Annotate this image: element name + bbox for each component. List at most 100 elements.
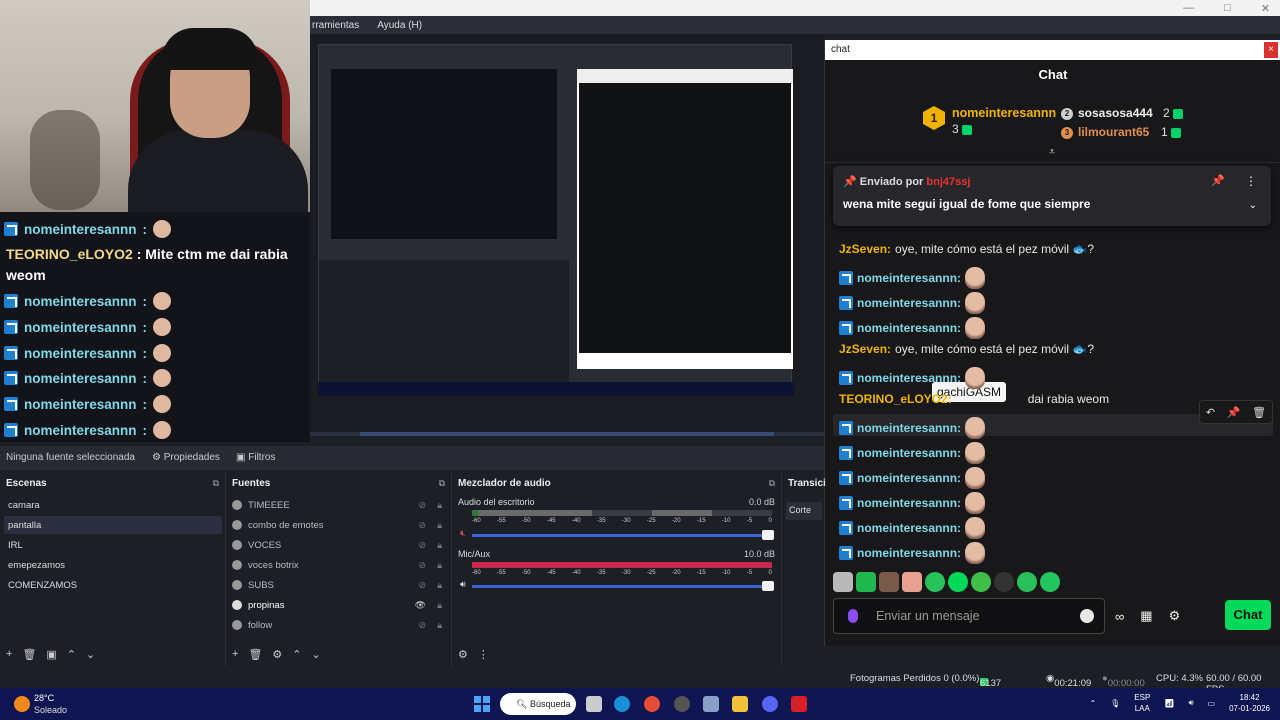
source-item[interactable]: voces botrix ⊘ 🔒︎ [228, 556, 448, 574]
edge-icon[interactable] [614, 696, 630, 712]
emote-icon[interactable] [925, 572, 945, 592]
source-item[interactable]: TIMEEEE ⊘ 🔒︎ [228, 496, 448, 514]
chat-message[interactable]: JzSeven: oye, mite cómo está el pez móvil… [839, 342, 1094, 356]
subscriber-badge-icon[interactable] [839, 446, 853, 460]
chat-message[interactable]: nomeinteresannn: [839, 317, 986, 339]
chat-message[interactable]: nomeinteresannn: [839, 367, 986, 389]
emote-icon[interactable] [965, 442, 986, 464]
hidden-eye-icon[interactable]: ⊘ [418, 540, 426, 551]
lock-icon[interactable]: 🔒︎ [437, 540, 442, 551]
chat-username[interactable]: nomeinteresannn: [857, 521, 961, 535]
chat-username[interactable]: nomeinteresannn: [857, 496, 961, 510]
properties-button[interactable]: ⚙ Propiedades [152, 452, 220, 463]
obs-preview[interactable] [310, 34, 824, 436]
move-up-icon[interactable]: ⌃ [292, 648, 301, 661]
subscriber-badge-icon[interactable] [839, 296, 853, 310]
emote-icon[interactable] [856, 572, 876, 592]
mixer-settings-icon[interactable]: ⚙ [458, 648, 468, 661]
emote-icon[interactable] [965, 317, 986, 339]
preview-scrollbar[interactable] [310, 432, 824, 436]
chat-username[interactable]: nomeinteresannn: [857, 371, 961, 385]
source-item[interactable]: SUBS ⊘ 🔒︎ [228, 576, 448, 594]
settings-icon[interactable] [703, 696, 719, 712]
chat-username[interactable]: JzSeven: [839, 342, 891, 356]
source-item[interactable]: combo de emotes ⊘ 🔒︎ [228, 516, 448, 534]
chat-message[interactable]: TEORINO_eLOYO2: dai rabia weom [839, 392, 1109, 406]
emote-icon[interactable] [948, 572, 968, 592]
obs-icon[interactable] [674, 696, 690, 712]
chat-message[interactable]: nomeinteresannn: [839, 267, 986, 289]
chat-message[interactable]: nomeinteresannn: [839, 442, 986, 464]
chat-username[interactable]: nomeinteresannn: [857, 421, 961, 435]
hidden-eye-icon[interactable]: ⊘ [418, 580, 426, 591]
source-item[interactable]: follow ⊘ 🔒︎ [228, 616, 448, 634]
subscriber-badge-icon[interactable] [839, 496, 853, 510]
move-down-icon[interactable]: ⌄ [312, 648, 321, 661]
subscriber-badge-icon[interactable] [839, 471, 853, 485]
scene-item-selected[interactable]: pantalla [4, 516, 222, 534]
close-button[interactable]: ✕ [1261, 2, 1270, 15]
filters-button[interactable]: ▣ Filtros [236, 452, 275, 463]
task-view-icon[interactable] [586, 696, 602, 712]
transition-select[interactable]: Corte [786, 502, 822, 520]
chat-window-close-button[interactable]: × [1264, 42, 1278, 58]
lock-icon[interactable]: 🔒︎ [437, 620, 442, 631]
scene-item[interactable]: emepezamos [4, 556, 222, 574]
emote-icon[interactable] [1040, 572, 1060, 592]
menu-tools[interactable]: rramientas [312, 20, 359, 31]
chat-message[interactable]: nomeinteresannn: [839, 417, 986, 439]
subscriber-badge-icon[interactable] [839, 271, 853, 285]
chat-message[interactable]: nomeinteresannn: [839, 467, 986, 489]
weather-sun-icon[interactable] [14, 696, 30, 712]
chat-username[interactable]: JzSeven: [839, 242, 891, 256]
emote-icon[interactable] [965, 467, 986, 489]
scene-item[interactable]: camara [4, 496, 222, 514]
desktop-audio-volume-slider[interactable] [472, 530, 774, 540]
remove-scene-icon[interactable]: 🗑 [22, 648, 36, 661]
chat-message[interactable]: nomeinteresannn: [839, 292, 986, 314]
hidden-eye-icon[interactable]: ⊘ [418, 560, 426, 571]
subscriber-badge-icon[interactable] [839, 321, 853, 335]
emote-icon[interactable] [965, 542, 986, 564]
chrome-icon[interactable] [644, 696, 660, 712]
emote-icon[interactable] [1017, 572, 1037, 592]
lock-icon[interactable]: 🔒︎ [437, 560, 442, 571]
hidden-eye-icon[interactable]: ⊘ [418, 500, 426, 511]
emote-icon[interactable] [965, 492, 986, 514]
emote-icon[interactable] [965, 267, 986, 289]
chat-message[interactable]: nomeinteresannn: [839, 492, 986, 514]
language-indicator[interactable]: ESP LAA [1134, 692, 1150, 714]
slider-handle[interactable] [762, 581, 774, 591]
subscriber-badge-icon[interactable] [839, 546, 853, 560]
hidden-eye-icon[interactable]: ⊘ [418, 620, 426, 631]
move-up-icon[interactable]: ⌃ [67, 648, 76, 661]
add-source-icon[interactable]: + [232, 648, 238, 661]
mixer-menu-icon[interactable]: ⋮ [478, 648, 489, 661]
file-explorer-icon[interactable] [732, 696, 748, 712]
lock-icon[interactable]: 🔒︎ [437, 520, 442, 531]
emote-icon[interactable] [965, 417, 986, 439]
app-icon[interactable] [791, 696, 807, 712]
hidden-eye-icon[interactable]: ⊘ [418, 520, 426, 531]
muted-speaker-icon[interactable]: 🔇︎ [460, 528, 466, 539]
minimize-button[interactable]: — [1183, 2, 1194, 14]
unpin-icon[interactable]: 📌 [1211, 174, 1225, 187]
chat-username[interactable]: nomeinteresannn: [857, 271, 961, 285]
emote-icon[interactable] [965, 292, 986, 314]
chat-username[interactable]: nomeinteresannn: [857, 296, 961, 310]
chat-message[interactable]: nomeinteresannn: [839, 542, 986, 564]
leaderboard-first-name[interactable]: nomeinteresannn [952, 106, 1056, 120]
chat-username[interactable]: nomeinteresannn: [857, 471, 961, 485]
clock[interactable]: 18:42 07-01-2026 [1229, 692, 1270, 714]
kick-points-icon[interactable]: ∞ [1115, 609, 1124, 624]
windows-start-icon[interactable] [474, 696, 490, 712]
lock-icon[interactable]: 🔒︎ [437, 500, 442, 511]
microphone-icon[interactable] [848, 609, 858, 623]
chat-username[interactable]: nomeinteresannn: [857, 446, 961, 460]
filter-scene-icon[interactable]: ▣ [46, 648, 56, 661]
emote-icon[interactable] [965, 367, 986, 389]
dock-popout-icon[interactable]: ⧉ [213, 478, 219, 489]
chat-username[interactable]: TEORINO_eLOYO2: [839, 392, 952, 406]
emote-icon[interactable] [971, 572, 991, 592]
emote-icon[interactable] [965, 517, 986, 539]
